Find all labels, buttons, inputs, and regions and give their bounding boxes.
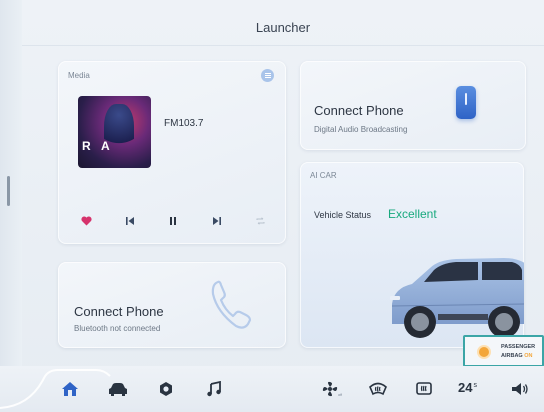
passenger-airbag-indicator: PASSENGER AIRBAG ON — [463, 335, 544, 367]
heart-icon[interactable] — [78, 213, 94, 229]
bluetooth-card[interactable]: Connect Phone Bluetooth not connected — [58, 262, 286, 348]
front-defrost-icon[interactable] — [366, 377, 390, 401]
bt-subtitle: Bluetooth not connected — [74, 324, 161, 333]
home-icon[interactable] — [58, 377, 82, 401]
dab-title: Connect Phone — [314, 103, 404, 118]
pause-icon[interactable] — [165, 213, 181, 229]
car-image — [390, 258, 524, 338]
airbag-state: ON — [524, 353, 533, 359]
repeat-icon[interactable] — [252, 213, 268, 229]
media-label: Media — [68, 71, 90, 80]
volume-icon[interactable] — [508, 377, 532, 401]
page-title: Launcher — [255, 20, 311, 35]
phone-handset-icon — [211, 280, 252, 329]
dab-subtitle: Digital Audio Broadcasting — [314, 125, 408, 134]
media-menu-icon[interactable] — [261, 69, 274, 82]
svg-text:off: off — [338, 392, 342, 397]
album-letter: R — [82, 139, 91, 153]
ai-car-card[interactable]: AI CAR Vehicle Status Excellent — [300, 162, 524, 348]
station-name: FM103.7 — [164, 118, 204, 129]
vehicle-status-label: Vehicle Status — [314, 210, 372, 220]
album-art: R A — [78, 96, 151, 168]
phone-device-icon — [456, 86, 476, 119]
left-rail — [0, 0, 22, 412]
airbag-line1: PASSENGER — [501, 344, 536, 350]
fan-icon[interactable]: off — [320, 377, 344, 401]
title-bar: Launcher — [22, 10, 544, 46]
airbag-line2: AIRBAG — [501, 353, 523, 359]
bt-title: Connect Phone — [74, 304, 164, 319]
album-letter: A — [101, 139, 110, 153]
media-controls — [78, 213, 268, 229]
rail-handle[interactable] — [7, 176, 10, 206]
settings-icon[interactable] — [154, 377, 178, 401]
temperature-unit: s — [473, 382, 477, 389]
media-card[interactable]: Media R A FM103.7 — [58, 61, 286, 244]
dab-card[interactable]: Connect Phone Digital Audio Broadcasting — [300, 61, 526, 150]
temperature-value: 24 — [458, 380, 473, 395]
airbag-icon — [479, 347, 489, 357]
vehicle-status-value: Excellent — [388, 207, 437, 221]
next-icon[interactable] — [209, 213, 225, 229]
temperature-display[interactable]: 24s — [458, 380, 477, 395]
ai-car-label: AI CAR — [310, 171, 337, 180]
music-icon[interactable] — [202, 377, 226, 401]
rear-defrost-icon[interactable] — [412, 377, 436, 401]
car-icon[interactable] — [106, 377, 130, 401]
previous-icon[interactable] — [122, 213, 138, 229]
